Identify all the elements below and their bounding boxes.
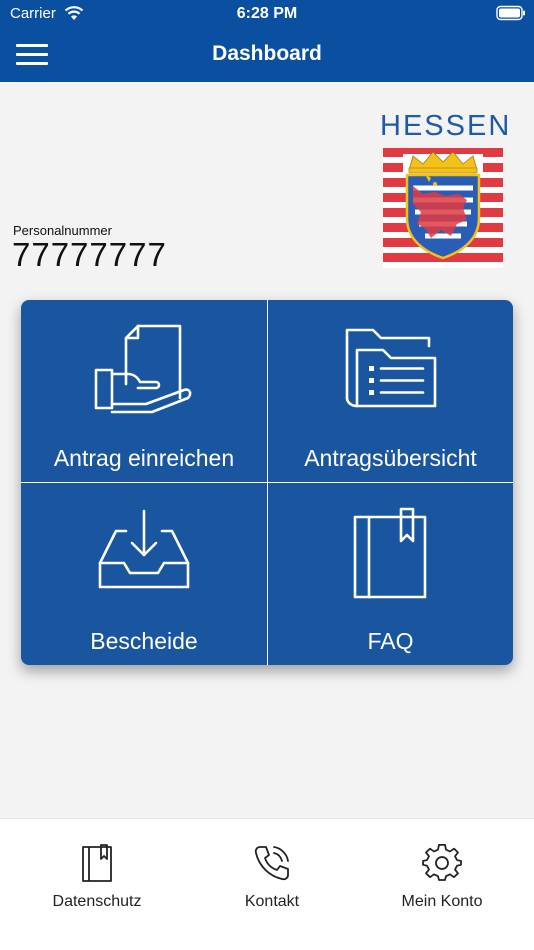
page-title: Dashboard	[212, 42, 322, 65]
status-time: 6:28 PM	[236, 5, 298, 22]
dashboard-content: HESSEN Personalnummer 77777777 Antrag ei…	[0, 82, 534, 806]
book-bookmark-icon	[353, 507, 426, 599]
tab-datenschutz[interactable]: Datenschutz	[17, 843, 177, 919]
tab-mein-konto[interactable]: Mein Konto	[362, 843, 522, 919]
tab-label: Mein Konto	[401, 893, 483, 910]
tab-bar: Datenschutz Kontakt Mein Konto	[0, 818, 534, 950]
tile-label: Antragsübersicht	[304, 445, 477, 471]
hessen-logo: HESSEN	[380, 110, 512, 270]
tile-antragsuebersicht[interactable]: Antragsübersicht	[267, 300, 513, 482]
hessen-coat-of-arms	[383, 148, 503, 268]
tile-label: FAQ	[367, 628, 414, 654]
tile-bescheide[interactable]: Bescheide	[21, 483, 267, 665]
tile-label: Bescheide	[90, 628, 198, 654]
personal-number-value: 77777777	[12, 236, 167, 273]
tab-kontakt[interactable]: Kontakt	[192, 843, 352, 919]
dashboard-tile-grid: Antrag einreichen Antragsübersicht Besch…	[21, 300, 513, 665]
tab-label: Datenschutz	[52, 893, 142, 910]
inbox-download-icon	[98, 509, 190, 589]
hand-document-icon	[94, 324, 192, 414]
tile-faq[interactable]: FAQ	[267, 483, 513, 665]
phone-icon	[254, 846, 289, 881]
gear-icon	[422, 843, 462, 881]
nav-bar: Dashboard	[0, 28, 534, 82]
status-bar: Carrier 6:28 PM	[0, 0, 534, 28]
logo-text: HESSEN	[380, 110, 512, 142]
folder-list-icon	[345, 328, 436, 408]
tab-label: Kontakt	[244, 893, 300, 910]
tile-antrag-einreichen[interactable]: Antrag einreichen	[21, 300, 267, 482]
tile-label: Antrag einreichen	[53, 445, 235, 471]
battery-icon	[496, 5, 525, 21]
bookmark-book-icon	[82, 844, 112, 882]
